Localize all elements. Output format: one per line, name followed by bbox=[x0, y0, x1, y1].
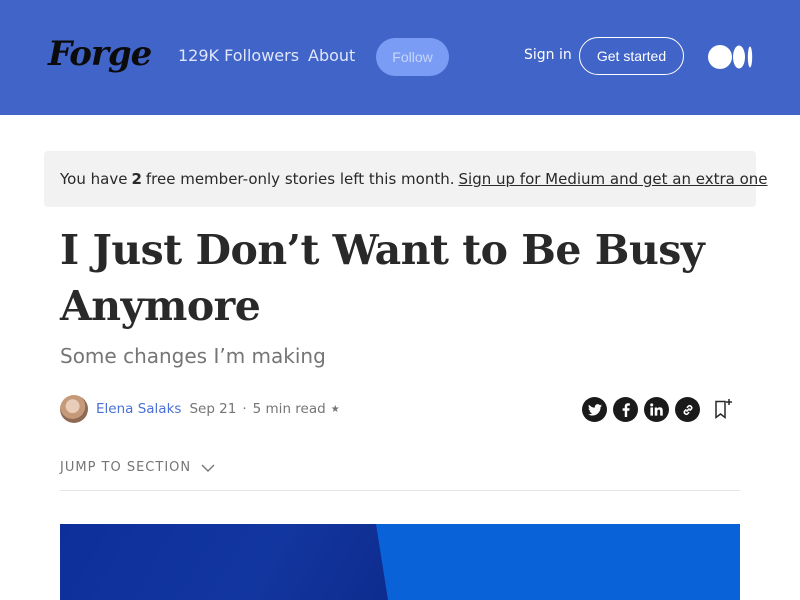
byline-separator: · bbox=[242, 401, 247, 417]
follow-button[interactable]: Follow bbox=[376, 38, 449, 76]
share-twitter-button[interactable] bbox=[582, 397, 607, 422]
linkedin-icon bbox=[650, 403, 663, 416]
member-only-star-icon: ★ bbox=[330, 403, 340, 415]
about-link[interactable]: About bbox=[308, 46, 355, 65]
share-linkedin-button[interactable] bbox=[644, 397, 669, 422]
banner-prefix: You have bbox=[60, 170, 128, 188]
member-stories-banner: You have 2 free member-only stories left… bbox=[44, 151, 768, 207]
jump-to-section[interactable]: JUMP TO SECTION bbox=[60, 460, 215, 475]
publication-header: Forge 129K Followers About Follow Sign i… bbox=[0, 0, 800, 115]
hero-image bbox=[60, 524, 740, 600]
bookmark-add-icon[interactable] bbox=[713, 398, 733, 420]
article-subtitle: Some changes I’m making bbox=[60, 344, 326, 368]
hero-image-dark-region bbox=[60, 524, 388, 600]
sign-in-link[interactable]: Sign in bbox=[524, 47, 572, 63]
get-started-button[interactable]: Get started bbox=[579, 37, 684, 75]
followers-link[interactable]: 129K Followers bbox=[178, 46, 299, 65]
publish-date: Sep 21 bbox=[189, 401, 237, 417]
copy-link-button[interactable] bbox=[675, 397, 700, 422]
publication-logo[interactable]: Forge bbox=[48, 34, 152, 74]
medium-logo-icon[interactable] bbox=[708, 44, 754, 70]
share-facebook-button[interactable] bbox=[613, 397, 638, 422]
article-title: I Just Don’t Want to Be Busy Anymore bbox=[60, 226, 705, 330]
link-icon bbox=[683, 404, 692, 415]
chevron-down-icon bbox=[201, 464, 215, 472]
facebook-icon bbox=[622, 402, 630, 417]
banner-count: 2 bbox=[131, 170, 142, 188]
twitter-icon bbox=[587, 403, 602, 416]
jump-to-section-label: JUMP TO SECTION bbox=[60, 460, 192, 475]
byline: Elena Salaks Sep 21 · 5 min read ★ bbox=[60, 395, 340, 423]
banner-suffix: free member-only stories left this month… bbox=[145, 170, 455, 188]
author-avatar[interactable] bbox=[60, 395, 88, 423]
author-name[interactable]: Elena Salaks bbox=[96, 401, 181, 417]
section-divider bbox=[60, 490, 740, 491]
read-time: 5 min read bbox=[252, 401, 326, 417]
signup-link[interactable]: Sign up for Medium and get an extra one bbox=[459, 170, 768, 188]
